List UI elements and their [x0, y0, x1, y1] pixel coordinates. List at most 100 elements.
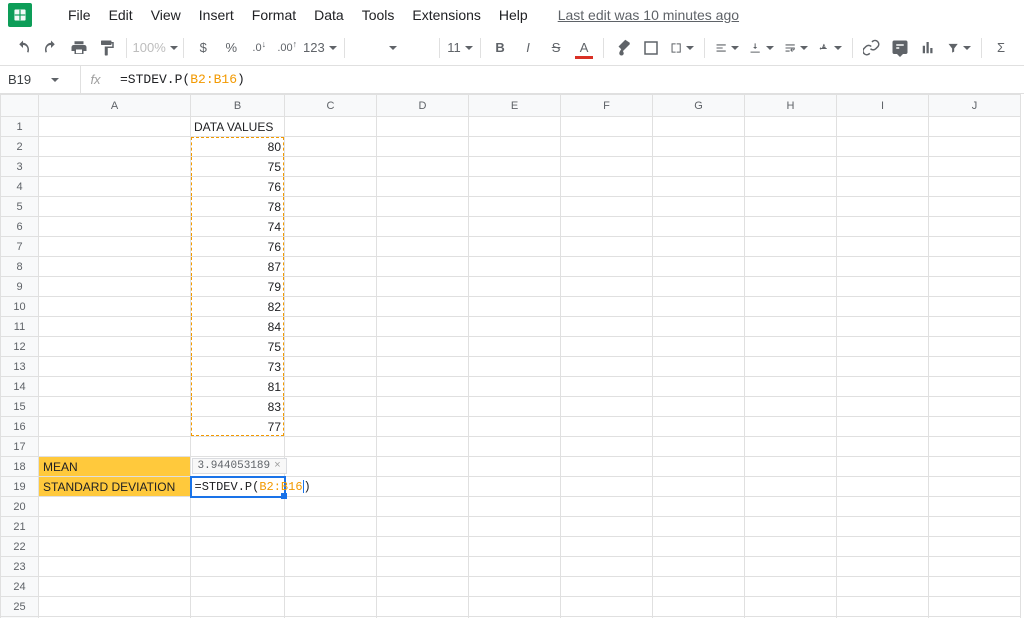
cell-J6[interactable] — [929, 217, 1021, 237]
cell-B6[interactable]: 74 — [191, 217, 285, 237]
cell-E6[interactable] — [469, 217, 561, 237]
cell-I17[interactable] — [837, 437, 929, 457]
row-header-13[interactable]: 13 — [1, 357, 39, 377]
cell-C11[interactable] — [285, 317, 377, 337]
cell-J1[interactable] — [929, 117, 1021, 137]
row-header-17[interactable]: 17 — [1, 437, 39, 457]
column-header-H[interactable]: H — [745, 95, 837, 117]
cell-H24[interactable] — [745, 577, 837, 597]
cell-F18[interactable] — [561, 457, 653, 477]
cell-B19[interactable]: 3.944053189×=STDEV.P(B2:B16) — [191, 477, 285, 497]
cell-C5[interactable] — [285, 197, 377, 217]
zoom-select[interactable]: 100% — [133, 35, 178, 61]
cell-E8[interactable] — [469, 257, 561, 277]
cell-J4[interactable] — [929, 177, 1021, 197]
cell-B13[interactable]: 73 — [191, 357, 285, 377]
cell-I18[interactable] — [837, 457, 929, 477]
cell-E17[interactable] — [469, 437, 561, 457]
cell-H11[interactable] — [745, 317, 837, 337]
cell-I16[interactable] — [837, 417, 929, 437]
cell-E14[interactable] — [469, 377, 561, 397]
cell-F25[interactable] — [561, 597, 653, 617]
row-header-10[interactable]: 10 — [1, 297, 39, 317]
cell-J8[interactable] — [929, 257, 1021, 277]
cell-D6[interactable] — [377, 217, 469, 237]
cell-H8[interactable] — [745, 257, 837, 277]
cell-D22[interactable] — [377, 537, 469, 557]
cell-I13[interactable] — [837, 357, 929, 377]
cell-E22[interactable] — [469, 537, 561, 557]
cell-J7[interactable] — [929, 237, 1021, 257]
column-header-D[interactable]: D — [377, 95, 469, 117]
cell-C12[interactable] — [285, 337, 377, 357]
cell-I12[interactable] — [837, 337, 929, 357]
cell-D8[interactable] — [377, 257, 469, 277]
borders-button[interactable] — [638, 35, 664, 61]
cell-I15[interactable] — [837, 397, 929, 417]
cell-G20[interactable] — [653, 497, 745, 517]
cell-A15[interactable] — [39, 397, 191, 417]
cell-D15[interactable] — [377, 397, 469, 417]
cell-D7[interactable] — [377, 237, 469, 257]
cell-A17[interactable] — [39, 437, 191, 457]
cell-B15[interactable]: 83 — [191, 397, 285, 417]
insert-link-button[interactable] — [859, 35, 885, 61]
cell-B22[interactable] — [191, 537, 285, 557]
cell-B5[interactable]: 78 — [191, 197, 285, 217]
cell-A24[interactable] — [39, 577, 191, 597]
cell-J21[interactable] — [929, 517, 1021, 537]
cell-H14[interactable] — [745, 377, 837, 397]
cell-J2[interactable] — [929, 137, 1021, 157]
column-header-A[interactable]: A — [39, 95, 191, 117]
cell-D12[interactable] — [377, 337, 469, 357]
cell-A1[interactable] — [39, 117, 191, 137]
cell-J20[interactable] — [929, 497, 1021, 517]
cell-C25[interactable] — [285, 597, 377, 617]
strikethrough-button[interactable]: S — [543, 35, 569, 61]
row-header-23[interactable]: 23 — [1, 557, 39, 577]
cell-H19[interactable] — [745, 477, 837, 497]
cell-H6[interactable] — [745, 217, 837, 237]
cell-E19[interactable] — [469, 477, 561, 497]
cell-I23[interactable] — [837, 557, 929, 577]
cell-A23[interactable] — [39, 557, 191, 577]
cell-A9[interactable] — [39, 277, 191, 297]
cell-A6[interactable] — [39, 217, 191, 237]
cell-A2[interactable] — [39, 137, 191, 157]
percent-format-button[interactable]: % — [218, 35, 244, 61]
cell-A18[interactable]: MEAN — [39, 457, 191, 477]
cell-E2[interactable] — [469, 137, 561, 157]
cell-G6[interactable] — [653, 217, 745, 237]
paint-format-icon[interactable] — [94, 35, 120, 61]
more-formats-select[interactable]: 123 — [302, 35, 337, 61]
cell-F14[interactable] — [561, 377, 653, 397]
cell-E15[interactable] — [469, 397, 561, 417]
cell-I22[interactable] — [837, 537, 929, 557]
cell-B24[interactable] — [191, 577, 285, 597]
row-header-25[interactable]: 25 — [1, 597, 39, 617]
menu-help[interactable]: Help — [491, 3, 536, 27]
cell-F16[interactable] — [561, 417, 653, 437]
cell-H5[interactable] — [745, 197, 837, 217]
font-select[interactable] — [350, 35, 432, 61]
cell-B8[interactable]: 87 — [191, 257, 285, 277]
cell-A12[interactable] — [39, 337, 191, 357]
cell-D19[interactable] — [377, 477, 469, 497]
select-all-corner[interactable] — [1, 95, 39, 117]
cell-A7[interactable] — [39, 237, 191, 257]
cell-G17[interactable] — [653, 437, 745, 457]
cell-D2[interactable] — [377, 137, 469, 157]
cell-J15[interactable] — [929, 397, 1021, 417]
cell-H12[interactable] — [745, 337, 837, 357]
cell-J9[interactable] — [929, 277, 1021, 297]
cell-B20[interactable] — [191, 497, 285, 517]
cell-B9[interactable]: 79 — [191, 277, 285, 297]
insert-chart-button[interactable] — [915, 35, 941, 61]
column-header-I[interactable]: I — [837, 95, 929, 117]
cell-H9[interactable] — [745, 277, 837, 297]
cell-B21[interactable] — [191, 517, 285, 537]
merge-cells-button[interactable] — [666, 35, 698, 61]
cell-G8[interactable] — [653, 257, 745, 277]
cell-F1[interactable] — [561, 117, 653, 137]
currency-format-button[interactable]: $ — [190, 35, 216, 61]
